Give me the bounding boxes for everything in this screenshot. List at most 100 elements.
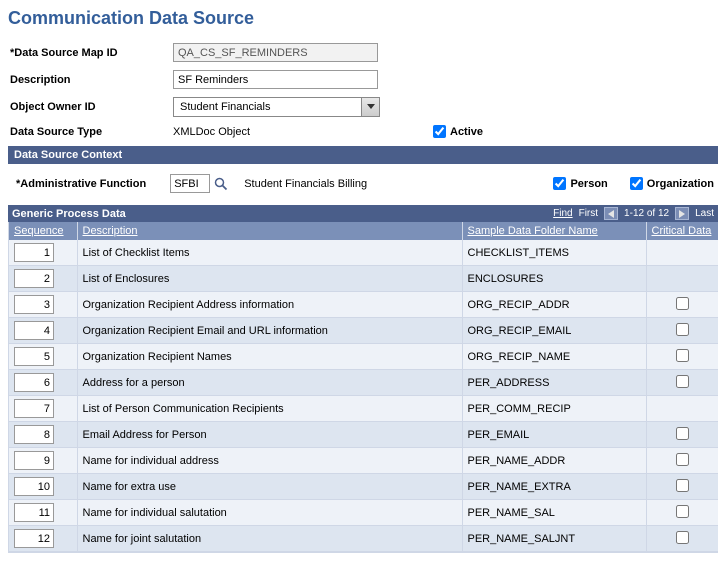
row-description: Email Address for Person [77, 422, 462, 448]
process-data-grid: Sequence Description Sample Data Folder … [9, 222, 718, 552]
search-icon [214, 177, 228, 191]
row-folder: PER_ADDRESS [462, 370, 646, 396]
table-row: Name for individual addressPER_NAME_ADDR [9, 448, 718, 474]
sequence-input[interactable] [14, 399, 54, 418]
row-folder: PER_NAME_SAL [462, 500, 646, 526]
table-row: List of EnclosuresENCLOSURES [9, 266, 718, 292]
owner-select-value: Student Financials [174, 101, 361, 113]
row-folder: ENCLOSURES [462, 266, 646, 292]
admin-func-label: Administrative Function [16, 178, 146, 190]
row-folder: PER_NAME_SALJNT [462, 526, 646, 552]
page-title: Communication Data Source [8, 8, 718, 29]
person-label: Person [570, 178, 607, 190]
owner-label: Object Owner ID [8, 101, 173, 113]
row-folder: PER_COMM_RECIP [462, 396, 646, 422]
critical-checkbox[interactable] [676, 479, 689, 492]
row-description: Name for individual address [77, 448, 462, 474]
sequence-input[interactable] [14, 373, 54, 392]
row-critical-cell [646, 266, 718, 292]
critical-checkbox[interactable] [676, 505, 689, 518]
org-checkbox-wrap[interactable]: Organization [630, 177, 714, 190]
description-field[interactable] [173, 70, 378, 89]
row-critical-cell [646, 396, 718, 422]
row-folder: ORG_RECIP_NAME [462, 344, 646, 370]
chevron-left-icon [608, 210, 614, 218]
row-description: Organization Recipient Address informati… [77, 292, 462, 318]
sequence-input[interactable] [14, 269, 54, 288]
sequence-input[interactable] [14, 451, 54, 470]
grid-range: 1-12 of 12 [624, 208, 669, 219]
person-checkbox-wrap[interactable]: Person [553, 177, 607, 190]
critical-checkbox[interactable] [676, 323, 689, 336]
row-critical-cell [646, 448, 718, 474]
row-critical-cell [646, 318, 718, 344]
table-row: Address for a personPER_ADDRESS [9, 370, 718, 396]
table-row: Organization Recipient Email and URL inf… [9, 318, 718, 344]
chevron-right-icon [679, 210, 685, 218]
table-row: Organization Recipient Address informati… [9, 292, 718, 318]
col-header-sequence[interactable]: Sequence [9, 222, 77, 240]
table-row: Name for extra usePER_NAME_EXTRA [9, 474, 718, 500]
critical-checkbox[interactable] [676, 349, 689, 362]
critical-checkbox[interactable] [676, 427, 689, 440]
chevron-down-icon [367, 104, 375, 110]
row-critical-cell [646, 370, 718, 396]
owner-select[interactable]: Student Financials [173, 97, 380, 117]
admin-func-desc: Student Financials Billing [244, 178, 367, 190]
grid-title: Generic Process Data [12, 208, 553, 220]
row-folder: ORG_RECIP_EMAIL [462, 318, 646, 344]
col-header-description[interactable]: Description [77, 222, 462, 240]
active-label: Active [450, 126, 483, 138]
admin-func-field[interactable] [170, 174, 210, 193]
active-checkbox[interactable] [433, 125, 446, 138]
sequence-input[interactable] [14, 529, 54, 548]
owner-select-button[interactable] [361, 98, 379, 116]
row-description: Organization Recipient Email and URL inf… [77, 318, 462, 344]
org-checkbox[interactable] [630, 177, 643, 190]
sequence-input[interactable] [14, 477, 54, 496]
row-description: Address for a person [77, 370, 462, 396]
table-row: Name for joint salutationPER_NAME_SALJNT [9, 526, 718, 552]
critical-checkbox[interactable] [676, 531, 689, 544]
grid-first-label: First [579, 208, 598, 219]
row-folder: ORG_RECIP_ADDR [462, 292, 646, 318]
row-description: Name for joint salutation [77, 526, 462, 552]
table-row: List of Person Communication RecipientsP… [9, 396, 718, 422]
row-critical-cell [646, 422, 718, 448]
row-critical-cell [646, 240, 718, 266]
row-critical-cell [646, 292, 718, 318]
row-critical-cell [646, 500, 718, 526]
critical-checkbox[interactable] [676, 453, 689, 466]
sequence-input[interactable] [14, 425, 54, 444]
row-description: Name for extra use [77, 474, 462, 500]
table-row: Organization Recipient NamesORG_RECIP_NA… [9, 344, 718, 370]
row-description: Name for individual salutation [77, 500, 462, 526]
description-label: Description [8, 74, 173, 86]
table-row: Name for individual salutationPER_NAME_S… [9, 500, 718, 526]
map-id-label: Data Source Map ID [8, 47, 173, 59]
col-header-critical[interactable]: Critical Data [646, 222, 718, 240]
sequence-input[interactable] [14, 243, 54, 262]
row-folder: PER_NAME_ADDR [462, 448, 646, 474]
row-description: List of Checklist Items [77, 240, 462, 266]
critical-checkbox[interactable] [676, 375, 689, 388]
person-checkbox[interactable] [553, 177, 566, 190]
critical-checkbox[interactable] [676, 297, 689, 310]
sequence-input[interactable] [14, 321, 54, 340]
sequence-input[interactable] [14, 295, 54, 314]
row-folder: CHECKLIST_ITEMS [462, 240, 646, 266]
sequence-input[interactable] [14, 347, 54, 366]
grid-prev-button[interactable] [604, 207, 618, 220]
active-checkbox-wrap[interactable]: Active [433, 125, 483, 138]
grid-next-button[interactable] [675, 207, 689, 220]
grid-find-link[interactable]: Find [553, 208, 572, 219]
col-header-folder[interactable]: Sample Data Folder Name [462, 222, 646, 240]
map-id-field [173, 43, 378, 62]
type-label: Data Source Type [8, 126, 173, 138]
row-critical-cell [646, 526, 718, 552]
row-critical-cell [646, 344, 718, 370]
admin-func-lookup[interactable] [214, 177, 228, 191]
sequence-input[interactable] [14, 503, 54, 522]
type-value: XMLDoc Object [173, 126, 433, 138]
org-label: Organization [647, 178, 714, 190]
